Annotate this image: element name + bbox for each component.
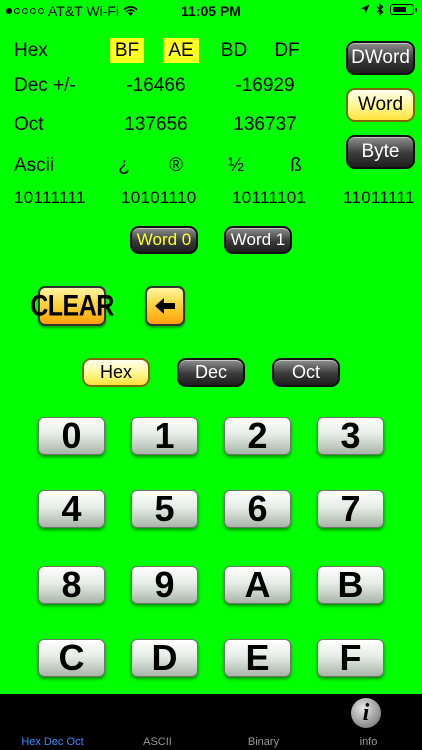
byte-button[interactable]: Byte <box>346 135 415 169</box>
battery-icon <box>390 4 417 15</box>
bluetooth-icon <box>376 3 384 16</box>
tab-ascii[interactable]: ASCII <box>105 736 210 748</box>
tab-info[interactable]: info <box>316 736 421 748</box>
dec-row-label: Dec +/- <box>14 75 76 96</box>
hex-value-3: BD <box>220 40 248 61</box>
binary-value-1: 10111111 <box>14 188 86 207</box>
key-a[interactable]: A <box>224 564 291 605</box>
oct-row-label: Oct <box>14 114 44 135</box>
backspace-button[interactable] <box>145 286 185 326</box>
key-b[interactable]: B <box>317 564 384 605</box>
key-c[interactable]: C <box>38 637 105 678</box>
ascii-value-4: ß <box>290 155 302 176</box>
key-7[interactable]: 7 <box>317 488 384 529</box>
dec-mode-button[interactable]: Dec <box>177 358 245 387</box>
back-arrow-icon <box>155 298 175 314</box>
status-right <box>360 3 417 16</box>
key-2[interactable]: 2 <box>224 415 291 456</box>
ascii-value-3: ½ <box>228 155 244 176</box>
status-bar: AT&T Wi-Fi 11:05 PM <box>0 0 422 22</box>
hex-row-label: Hex <box>14 40 48 61</box>
clear-button-label: CLEAR <box>30 288 114 323</box>
oct-mode-button[interactable]: Oct <box>272 358 340 387</box>
key-3[interactable]: 3 <box>317 415 384 456</box>
status-time: 11:05 PM <box>181 3 241 19</box>
info-icon[interactable]: i <box>351 698 381 728</box>
key-d[interactable]: D <box>131 637 198 678</box>
hex-value-4: DF <box>274 40 300 61</box>
tab-binary[interactable]: Binary <box>211 736 316 748</box>
binary-value-4: 11011111 <box>343 188 415 207</box>
tab-bar: Hex Dec Oct ASCII Binary i info <box>0 694 422 750</box>
key-5[interactable]: 5 <box>131 488 198 529</box>
key-4[interactable]: 4 <box>38 488 105 529</box>
dec-value-2: -16929 <box>235 75 295 96</box>
key-8[interactable]: 8 <box>38 564 105 605</box>
hex-value-2: AE <box>151 38 211 63</box>
ascii-row-label: Ascii <box>14 155 55 176</box>
hex-value-1: BF <box>97 38 157 63</box>
key-1[interactable]: 1 <box>131 415 198 456</box>
tab-hex-dec-oct[interactable]: Hex Dec Oct <box>0 736 105 748</box>
binary-value-2: 10101110 <box>121 188 197 207</box>
word-1-button[interactable]: Word 1 <box>224 226 292 254</box>
key-9[interactable]: 9 <box>131 564 198 605</box>
key-f[interactable]: F <box>317 637 384 678</box>
oct-value-1: 137656 <box>124 114 188 135</box>
ascii-value-1: ¿ <box>118 155 130 176</box>
dec-value-1: -16466 <box>126 75 186 96</box>
key-6[interactable]: 6 <box>224 488 291 529</box>
binary-value-3: 10111101 <box>232 188 307 207</box>
key-e[interactable]: E <box>224 637 291 678</box>
key-0[interactable]: 0 <box>38 415 105 456</box>
clear-button[interactable]: CLEAR <box>30 286 114 326</box>
ascii-value-2: ® <box>169 155 183 176</box>
hex-mode-button[interactable]: Hex <box>82 358 150 387</box>
dword-button[interactable]: DWord <box>346 41 415 75</box>
location-arrow-icon <box>360 4 370 14</box>
oct-value-2: 136737 <box>233 114 297 135</box>
word-button[interactable]: Word <box>346 88 415 122</box>
word-0-button[interactable]: Word 0 <box>130 226 198 254</box>
